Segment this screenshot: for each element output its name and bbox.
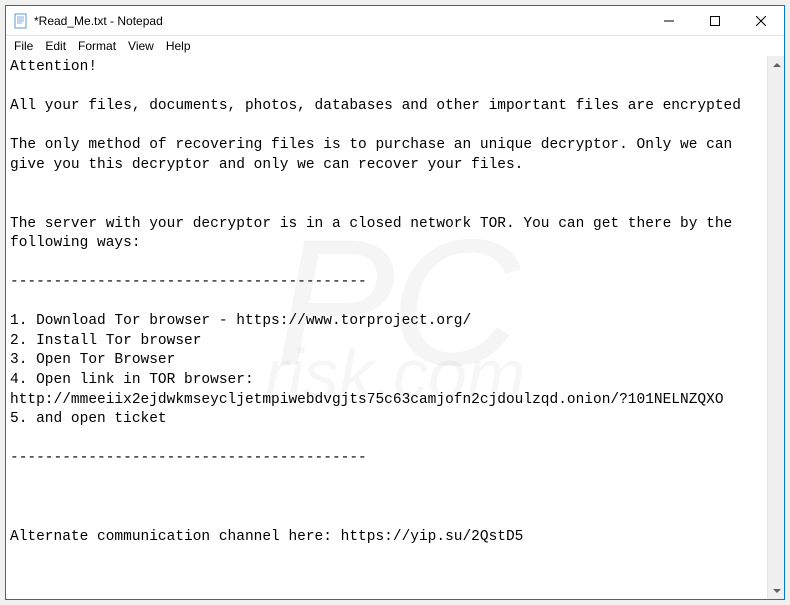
maximize-button[interactable] xyxy=(692,6,738,36)
minimize-icon xyxy=(664,16,674,26)
window-controls xyxy=(646,6,784,35)
chevron-up-icon xyxy=(773,61,781,69)
titlebar[interactable]: *Read_Me.txt - Notepad xyxy=(6,6,784,36)
scroll-down-button[interactable] xyxy=(768,582,784,599)
vertical-scrollbar[interactable] xyxy=(767,56,784,599)
notepad-window: PC risk.com *Read_Me.txt - Notepad xyxy=(5,5,785,600)
chevron-down-icon xyxy=(773,587,781,595)
menu-edit[interactable]: Edit xyxy=(39,37,72,55)
scroll-up-button[interactable] xyxy=(768,56,784,73)
menu-view[interactable]: View xyxy=(122,37,160,55)
notepad-icon xyxy=(13,13,29,29)
close-icon xyxy=(756,16,766,26)
menu-format[interactable]: Format xyxy=(72,37,122,55)
text-editor[interactable]: Attention! All your files, documents, ph… xyxy=(6,56,767,599)
maximize-icon xyxy=(710,16,720,26)
content-wrapper: Attention! All your files, documents, ph… xyxy=(6,56,784,599)
menu-help[interactable]: Help xyxy=(160,37,197,55)
menu-file[interactable]: File xyxy=(8,37,39,55)
close-button[interactable] xyxy=(738,6,784,36)
minimize-button[interactable] xyxy=(646,6,692,36)
window-title: *Read_Me.txt - Notepad xyxy=(34,14,646,28)
menubar: File Edit Format View Help xyxy=(6,36,784,56)
